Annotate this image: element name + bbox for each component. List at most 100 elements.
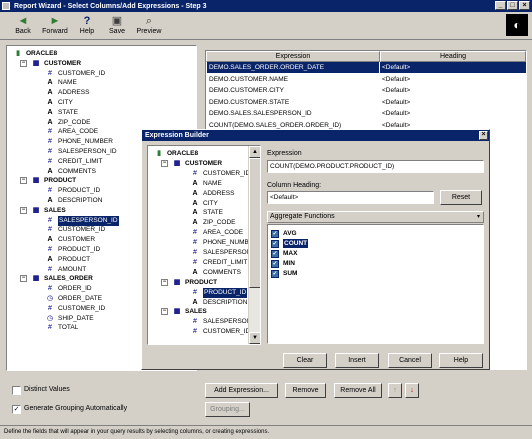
tree-column-node[interactable]: A ADDRESS	[45, 88, 89, 98]
expression-input[interactable]: COUNT(DEMO.PRODUCT.PRODUCT_ID)	[267, 160, 484, 173]
reset-button[interactable]: Reset	[440, 190, 482, 205]
collapse-icon[interactable]: −	[161, 278, 168, 286]
collapse-icon[interactable]: −	[161, 308, 168, 316]
help-button[interactable]: ? Help	[70, 13, 104, 39]
tree-column-node[interactable]: A CUSTOMER	[45, 235, 95, 245]
preview-button[interactable]: ⌕ Preview	[132, 13, 166, 39]
close-button[interactable]: ×	[519, 1, 530, 10]
save-button[interactable]: ▣ Save	[100, 13, 134, 39]
dialog-tree-column-node[interactable]: # CREDIT_LIMIT	[190, 258, 247, 268]
distinct-values-checkbox[interactable]	[12, 386, 21, 395]
tree-column-node[interactable]: # CUSTOMER_ID	[45, 304, 105, 314]
move-up-icon[interactable]: ↑	[388, 383, 402, 398]
grid-cell-expression[interactable]: DEMO.CUSTOMER.STATE	[207, 97, 379, 108]
tree-column-node[interactable]: # PRODUCT_ID	[45, 245, 100, 255]
collapse-icon[interactable]: −	[20, 275, 27, 283]
dialog-tree-column-node[interactable]: A COMMENTS	[190, 268, 240, 278]
grid-cell-expression[interactable]: DEMO.SALES.SALESPERSON_ID	[207, 108, 379, 119]
dialog-tree-column-node[interactable]: # AREA_CODE	[190, 228, 243, 238]
tree-root[interactable]: ▮ ORACLE8	[13, 49, 57, 59]
forward-button[interactable]: ► Forward	[38, 13, 72, 39]
scroll-down-icon[interactable]: ▼	[249, 332, 260, 344]
dialog-help-button[interactable]: Help	[439, 353, 483, 368]
dialog-tree-column-node[interactable]: A CITY	[190, 199, 217, 209]
dialog-tree-column-node[interactable]: A STATE	[190, 208, 223, 218]
dialog-tree-table-node[interactable]: − ▦ CUSTOMER	[161, 159, 222, 169]
dialog-tree-scrollbar[interactable]: ▲ ▼	[248, 146, 260, 344]
clear-button[interactable]: Clear	[283, 353, 327, 368]
tree-table-node[interactable]: − ▦ PRODUCT	[20, 176, 76, 186]
aggregate-functions-header[interactable]: Aggregate Functions ▾	[267, 211, 484, 223]
tree-column-node[interactable]: ◷ ORDER_DATE	[45, 294, 102, 304]
tree-column-node[interactable]: # AREA_CODE	[45, 127, 98, 137]
grid-header-heading[interactable]: Heading	[380, 51, 526, 62]
tree-column-node[interactable]: ◷ SHIP_DATE	[45, 314, 94, 324]
dialog-tree-column-node[interactable]: # PRODUCT_ID	[190, 287, 248, 298]
grid-cell-heading[interactable]: <Default>	[380, 85, 526, 96]
function-item-max[interactable]: ✓ MAX	[271, 249, 297, 258]
remove-all-button[interactable]: Remove All	[334, 383, 382, 398]
maximize-button[interactable]: □	[507, 1, 518, 10]
add-expression-button[interactable]: Add Expression...	[205, 383, 278, 398]
grid-cell-heading[interactable]: <Default>	[380, 74, 526, 85]
grid-cell-heading[interactable]: <Default>	[380, 62, 526, 73]
tree-table-node[interactable]: − ▦ SALES_ORDER	[20, 274, 93, 284]
tree-column-node[interactable]: # AMOUNT	[45, 265, 86, 275]
tree-table-node[interactable]: − ▦ CUSTOMER	[20, 59, 81, 69]
tree-column-node[interactable]: A CITY	[45, 98, 72, 108]
tree-column-node[interactable]: # CUSTOMER_ID	[45, 69, 105, 79]
tree-column-node[interactable]: # CREDIT_LIMIT	[45, 157, 102, 167]
dialog-tree-column-node[interactable]: A NAME	[190, 179, 221, 189]
grouping-button[interactable]: Grouping...	[205, 402, 250, 417]
remove-button[interactable]: Remove	[285, 383, 326, 398]
dialog-tree-column-node[interactable]: A DESCRIPTION	[190, 298, 247, 308]
tree-column-node[interactable]: # PHONE_NUMBER	[45, 137, 113, 147]
tree-column-node[interactable]: A PRODUCT	[45, 255, 90, 265]
tree-column-node[interactable]: # TOTAL	[45, 323, 78, 333]
collapse-icon[interactable]: −	[20, 59, 27, 67]
tree-column-node[interactable]: A NAME	[45, 78, 76, 88]
table-icon: ▦	[32, 59, 40, 67]
function-item-count[interactable]: ✓ COUNT	[271, 239, 309, 248]
tree-column-node[interactable]: # SALESPERSON_ID	[45, 215, 119, 226]
grid-cell-heading[interactable]: <Default>	[380, 97, 526, 108]
tree-column-node[interactable]: A COMMENTS	[45, 167, 95, 177]
dialog-close-button[interactable]: ×	[479, 131, 488, 140]
back-button[interactable]: ◄ Back	[6, 13, 40, 39]
cancel-button[interactable]: Cancel	[388, 353, 432, 368]
collapse-icon[interactable]: −	[161, 159, 168, 167]
dialog-tree-column-node[interactable]: # CUSTOMER_ID	[190, 169, 250, 179]
insert-button[interactable]: Insert	[335, 353, 379, 368]
grid-cell-heading[interactable]: <Default>	[380, 108, 526, 119]
move-down-icon[interactable]: ↓	[405, 383, 419, 398]
tree-column-node[interactable]: # ORDER_ID	[45, 284, 92, 294]
tree-column-node[interactable]: A STATE	[45, 108, 78, 118]
tree-column-node[interactable]: # PRODUCT_ID	[45, 186, 100, 196]
grid-cell-expression[interactable]: DEMO.CUSTOMER.CITY	[207, 85, 379, 96]
dialog-tree-column-node[interactable]: # CUSTOMER_ID	[190, 327, 250, 337]
grid-header-expression[interactable]: Expression	[206, 51, 380, 62]
collapse-icon[interactable]: −	[20, 206, 27, 214]
dialog-tree-root[interactable]: ▮ ORACLE8	[154, 149, 198, 159]
generate-grouping-checkbox[interactable]: ✓	[12, 405, 21, 414]
dialog-tree-table-node[interactable]: − ▦ PRODUCT	[161, 278, 217, 288]
function-item-avg[interactable]: ✓ AVG	[271, 229, 297, 238]
scroll-thumb[interactable]	[249, 158, 260, 288]
collapse-icon[interactable]: −	[20, 177, 27, 185]
dialog-tree-column-node[interactable]: A ZIP_CODE	[190, 218, 235, 228]
grid-cell-expression[interactable]: DEMO.CUSTOMER.NAME	[207, 74, 379, 85]
scroll-up-icon[interactable]: ▲	[249, 146, 260, 158]
tree-column-node[interactable]: A DESCRIPTION	[45, 196, 102, 206]
function-item-min[interactable]: ✓ MIN	[271, 259, 295, 268]
tree-column-node[interactable]: # SALESPERSON_ID	[45, 147, 116, 157]
dialog-tree-table-node[interactable]: − ▦ SALES	[161, 307, 207, 317]
tree-column-node[interactable]: # CUSTOMER_ID	[45, 225, 105, 235]
function-item-sum[interactable]: ✓ SUM	[271, 269, 297, 278]
column-heading-input[interactable]: <Default>	[267, 191, 434, 204]
grid-cell-expression[interactable]: DEMO.SALES_ORDER.ORDER_DATE	[207, 62, 379, 73]
function-icon: ✓	[271, 269, 279, 278]
tree-column-node[interactable]: A ZIP_CODE	[45, 118, 90, 128]
minimize-button[interactable]: _	[495, 1, 506, 10]
tree-table-node[interactable]: − ▦ SALES	[20, 206, 66, 216]
dialog-tree-column-node[interactable]: A ADDRESS	[190, 189, 234, 199]
